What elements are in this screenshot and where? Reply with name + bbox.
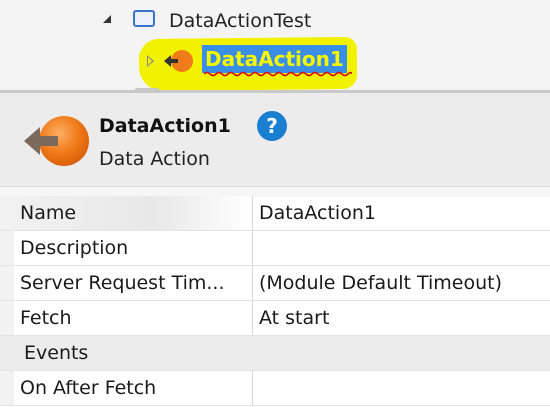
row-gutter [0,231,14,265]
element-tree: DataActionTest DataAction1 [0,0,550,92]
properties-header: DataAction1 ? Data Action [0,93,550,186]
property-row-on-after-fetch[interactable]: On After Fetch [0,371,550,406]
property-row-fetch[interactable]: Fetch At start [0,301,550,336]
row-gutter [0,266,14,300]
tree-expanded-icon[interactable] [103,15,111,23]
property-value-timeout-select[interactable]: (Module Default Timeout) [253,266,550,300]
property-row-server-request-timeout[interactable]: Server Request Tim... (Module Default Ti… [0,266,550,301]
tree-node-root-label[interactable]: DataActionTest [169,10,311,32]
property-name: On After Fetch [20,377,157,399]
tree-collapsed-icon[interactable] [147,55,154,67]
help-icon[interactable]: ? [257,111,287,141]
tree-node-dataaction-label[interactable]: DataAction1 [202,45,347,73]
property-category-events[interactable]: Events [0,336,550,371]
row-gutter [0,196,14,230]
property-row-description[interactable]: Description [0,231,550,266]
property-name: Server Request Tim... [20,272,225,294]
property-value-name-input[interactable]: DataAction1 [253,196,550,230]
category-label: Events [24,342,89,364]
header-subtitle: Data Action [99,148,210,170]
data-action-large-icon [24,116,89,166]
screen-icon [133,10,155,27]
header-title: DataAction1 [99,115,231,137]
row-gutter [0,301,14,335]
property-name: Fetch [20,307,72,329]
property-name: Name [14,196,249,230]
property-name: Description [20,237,129,259]
property-value-description-input[interactable] [253,231,550,265]
data-action-icon [164,50,193,72]
row-gutter [0,371,14,405]
spellcheck-squiggle [204,71,352,77]
property-row-name[interactable]: Name DataAction1 [0,196,550,231]
property-value-fetch-select[interactable]: At start [253,301,550,335]
property-grid: Name DataAction1 Description Server Requ… [0,196,550,406]
property-value-on-after-fetch-select[interactable] [253,371,550,405]
